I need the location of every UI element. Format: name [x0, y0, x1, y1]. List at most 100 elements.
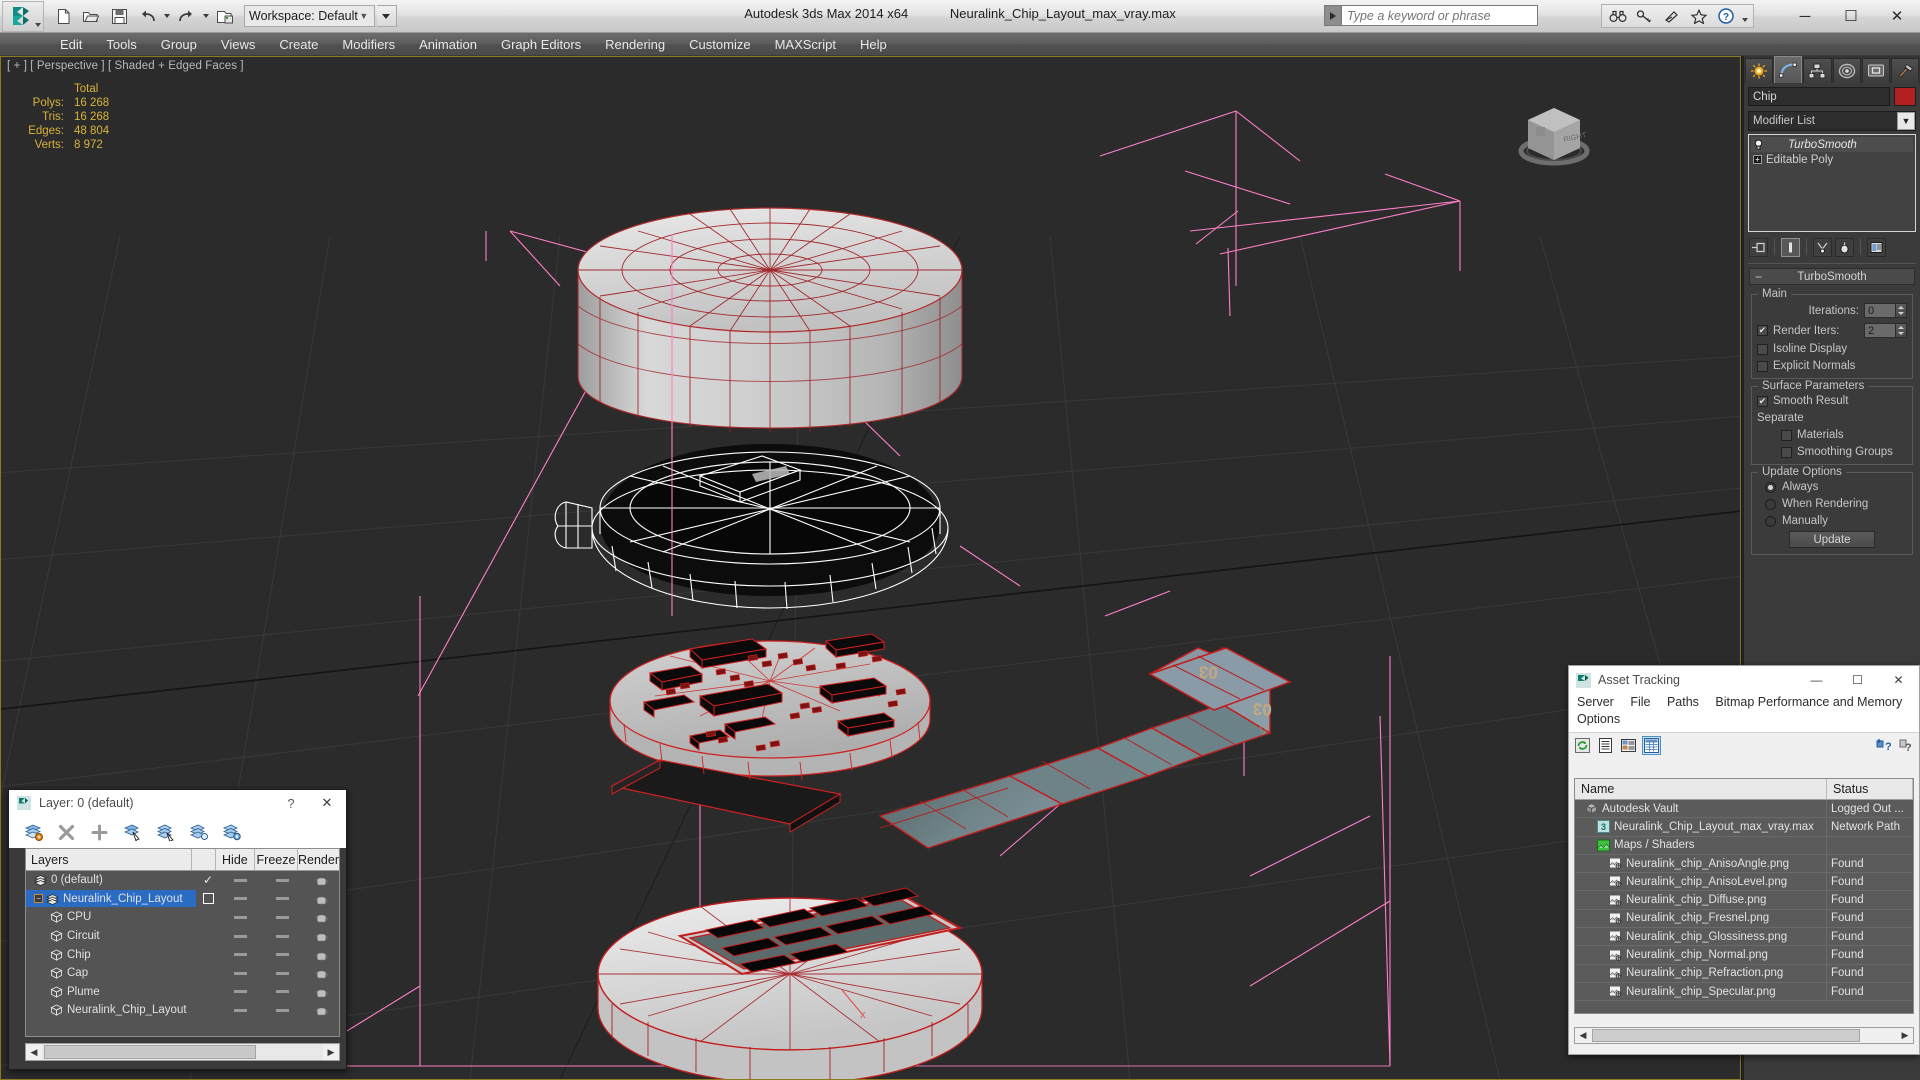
layer-col-freeze[interactable]: Freeze [255, 849, 298, 870]
iterations-spin-arrows[interactable] [1896, 303, 1907, 318]
layer-hide-cell[interactable] [220, 915, 260, 919]
smooth-result-row[interactable]: Smooth Result [1757, 395, 1907, 407]
search-box[interactable] [1324, 5, 1538, 26]
menu-create[interactable]: Create [267, 35, 330, 54]
modifier-stack[interactable]: TurboSmooth + Editable Poly [1748, 134, 1916, 232]
asset-row[interactable]: 3 Neuralink_Chip_Layout_max_vray.max Netwo… [1575, 818, 1913, 837]
view-cube[interactable]: RIGHT [1512, 98, 1596, 176]
layer-col-current[interactable] [192, 849, 216, 870]
layer-render-cell[interactable] [304, 1004, 339, 1016]
list-view-icon[interactable] [1596, 736, 1615, 755]
delete-layer-icon[interactable] [56, 822, 76, 842]
current-empty-box-icon[interactable] [202, 893, 214, 905]
menu-views[interactable]: Views [209, 35, 267, 54]
isoline-display-checkbox[interactable] [1757, 343, 1768, 355]
search-expand-icon[interactable] [1324, 5, 1342, 26]
highlight-selected-icon[interactable] [188, 822, 208, 842]
asset-scroll-left-icon[interactable]: ◀ [1575, 1028, 1591, 1043]
materials-checkbox[interactable] [1781, 429, 1792, 441]
open-file-icon[interactable] [78, 4, 104, 29]
when-rendering-radio[interactable] [1765, 498, 1776, 510]
isoline-display-row[interactable]: Isoline Display [1757, 343, 1907, 355]
asset-row[interactable]: Neuralink_chip_AnisoAngle.png Found [1575, 854, 1913, 874]
layer-scroll-right-icon[interactable]: ▶ [323, 1044, 339, 1060]
smoothing-groups-row[interactable]: Smoothing Groups [1757, 446, 1907, 458]
asset-col-name[interactable]: Name [1575, 779, 1827, 799]
asset-menu-server[interactable]: Server [1577, 694, 1614, 711]
add-selection-icon[interactable] [89, 822, 109, 842]
layer-col-layers[interactable]: Layers [26, 849, 193, 870]
close-button[interactable]: ✕ [1874, 0, 1920, 32]
asset-row[interactable]: Neuralink_chip_Fresnel.png Found [1575, 909, 1913, 929]
create-new-layer-icon[interactable] [23, 822, 43, 842]
asset-menu-options[interactable]: Options [1577, 711, 1620, 728]
asset-maximize-button[interactable]: ☐ [1837, 666, 1878, 694]
hierarchy-tab[interactable] [1803, 58, 1832, 83]
layer-render-cell[interactable] [304, 874, 339, 886]
layer-render-cell[interactable] [304, 930, 339, 942]
layer-hide-cell[interactable] [220, 1008, 260, 1012]
layer-row[interactable]: − Neuralink_Chip_Layout [26, 890, 339, 909]
search-input[interactable] [1342, 5, 1538, 26]
turbosmooth-rollout-header[interactable]: − TurboSmooth [1749, 268, 1915, 285]
materials-row[interactable]: Materials [1757, 429, 1907, 441]
undo-dropdown-icon[interactable] [162, 4, 171, 29]
layer-freeze-cell[interactable] [260, 990, 304, 994]
app-logo-button[interactable] [2, 0, 44, 32]
asset-row[interactable]: Neuralink_chip_AnisoLevel.png Found [1575, 873, 1913, 892]
layer-col-render[interactable]: Render [298, 849, 339, 870]
render-iters-checkbox[interactable] [1757, 325, 1768, 336]
menu-graph-editors[interactable]: Graph Editors [489, 35, 593, 54]
layer-freeze-cell[interactable] [260, 915, 304, 919]
layer-properties-icon[interactable] [221, 822, 241, 842]
render-iters-spin-arrows[interactable] [1896, 323, 1907, 338]
layer-current-cell[interactable]: ✓ [196, 873, 220, 887]
layer-hide-cell[interactable] [220, 878, 260, 882]
display-tab[interactable] [1861, 58, 1890, 83]
layer-render-cell[interactable] [304, 986, 339, 998]
menu-rendering[interactable]: Rendering [593, 35, 677, 54]
iterations-value[interactable]: 0 [1864, 303, 1896, 318]
pin-stack-icon[interactable] [1749, 237, 1768, 257]
asset-row[interactable]: Neuralink_chip_Normal.png Found [1575, 946, 1913, 965]
layer-hide-cell[interactable] [220, 953, 260, 957]
layer-row[interactable]: Chip [26, 945, 339, 964]
layer-close-button[interactable]: ✕ [308, 795, 346, 811]
menu-modifiers[interactable]: Modifiers [330, 35, 407, 54]
undo-icon[interactable] [134, 4, 160, 29]
object-name-field[interactable]: Chip [1748, 87, 1890, 106]
layer-freeze-cell[interactable] [260, 953, 304, 957]
layer-hide-cell[interactable] [220, 934, 260, 938]
layer-hide-cell[interactable] [220, 897, 260, 901]
project-folder-icon[interactable] [212, 4, 238, 29]
manually-radio[interactable] [1765, 515, 1776, 527]
asset-menu-file[interactable]: File [1630, 694, 1650, 711]
viewport-label[interactable]: [ + ] [ Perspective ] [ Shaded + Edged F… [7, 60, 244, 72]
explicit-normals-checkbox[interactable] [1757, 360, 1768, 372]
modifier-stack-item-turbosmooth[interactable]: TurboSmooth [1751, 137, 1913, 152]
modifier-stack-item-editable-poly[interactable]: + Editable Poly [1751, 152, 1913, 167]
asset-horizontal-scrollbar[interactable]: ◀ ▶ [1574, 1027, 1914, 1044]
select-objects-icon[interactable] [122, 822, 142, 842]
render-iters-spinner[interactable]: 2 [1864, 323, 1907, 338]
layer-row[interactable]: CPU [26, 908, 339, 927]
new-file-icon[interactable] [50, 4, 76, 29]
asset-row[interactable]: Neuralink_chip_Refraction.png Found [1575, 964, 1913, 983]
remove-modifier-icon[interactable] [1835, 237, 1854, 257]
help-dropdown-icon[interactable] [1739, 5, 1751, 27]
smoothing-groups-checkbox[interactable] [1781, 446, 1792, 458]
menu-animation[interactable]: Animation [407, 35, 489, 54]
layer-col-hide[interactable]: Hide [216, 849, 255, 870]
star-icon[interactable] [1685, 5, 1712, 27]
satellite-icon[interactable] [1658, 5, 1685, 27]
layer-scroll-thumb[interactable] [44, 1045, 256, 1059]
asset-menu-bitmap-performance[interactable]: Bitmap Performance and Memory [1715, 694, 1902, 711]
asset-tracking-grid[interactable]: Name Status Autodesk Vault Logged Out ...… [1574, 778, 1914, 1014]
layer-current-cell[interactable] [196, 893, 220, 905]
layer-dialog[interactable]: Layer: 0 (default) ? ✕ Layers Hide Freez… [8, 789, 347, 1070]
binoculars-icon[interactable] [1604, 5, 1631, 27]
expand-collapse-icon[interactable]: − [34, 894, 43, 904]
asset-menu-paths[interactable]: Paths [1667, 694, 1699, 711]
modifier-list-dropdown[interactable]: Modifier List ▼ [1748, 111, 1916, 131]
menu-group[interactable]: Group [149, 35, 209, 54]
